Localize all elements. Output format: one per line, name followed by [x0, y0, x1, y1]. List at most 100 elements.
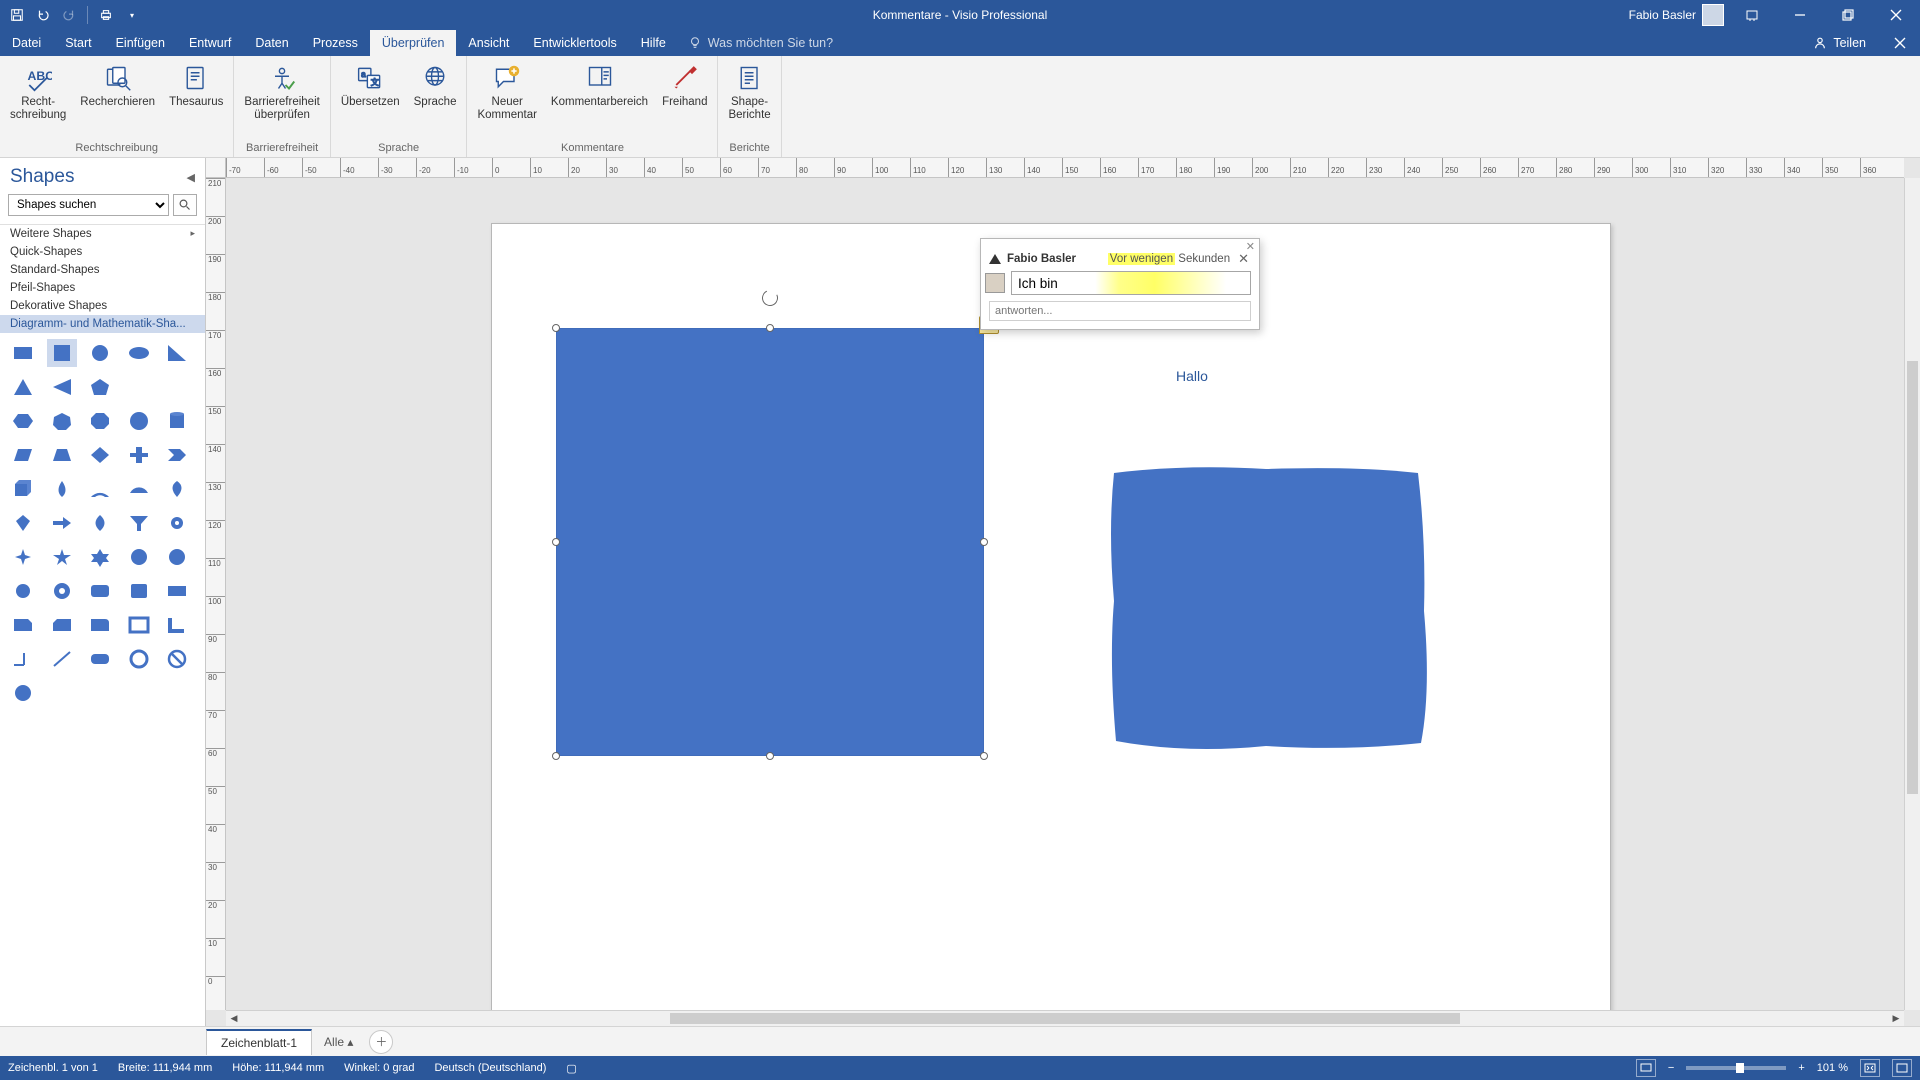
drawing-viewport[interactable]: Hallo ✕ Fabio Basler Vor wenigen Sekunde… — [226, 178, 1904, 1010]
shape-square[interactable] — [47, 339, 77, 367]
redo-button[interactable] — [58, 4, 80, 26]
shape-blank4[interactable] — [162, 679, 192, 707]
tab-file[interactable]: Datei — [0, 30, 53, 56]
shape-gear[interactable] — [162, 509, 192, 537]
shape-funnel[interactable] — [124, 509, 154, 537]
shape-trapezoid[interactable] — [47, 441, 77, 469]
spellcheck-button[interactable]: ABCRecht- schreibung — [4, 58, 72, 124]
resize-handle-bl[interactable] — [552, 752, 560, 760]
shapes-search-button[interactable] — [173, 194, 197, 216]
shape-octagon[interactable] — [85, 407, 115, 435]
status-language[interactable]: Deutsch (Deutschland) — [434, 1062, 546, 1074]
shape-empty2[interactable] — [162, 373, 192, 401]
hscroll-thumb[interactable] — [670, 1013, 1460, 1024]
shape-lens[interactable] — [85, 509, 115, 537]
tab-start[interactable]: Start — [53, 30, 103, 56]
fit-page-button[interactable] — [1860, 1059, 1880, 1077]
zoom-slider[interactable] — [1686, 1066, 1786, 1070]
shape-chord[interactable] — [124, 475, 154, 503]
comment-reply-input[interactable] — [989, 301, 1251, 321]
thesaurus-button[interactable]: Thesaurus — [163, 58, 229, 111]
signed-in-user[interactable]: Fabio Basler — [1629, 4, 1724, 26]
shape-line-h[interactable] — [8, 645, 38, 673]
resize-handle-bm[interactable] — [766, 752, 774, 760]
tab-data[interactable]: Daten — [243, 30, 300, 56]
stencil-standard-shapes[interactable]: Standard-Shapes — [0, 261, 205, 279]
stencil-diagram-math-shapes[interactable]: Diagramm- und Mathematik-Sha... — [0, 315, 205, 333]
translate-button[interactable]: a文Übersetzen — [335, 58, 406, 111]
shape-triangle-left[interactable] — [47, 373, 77, 401]
shape-teardrop2[interactable] — [162, 475, 192, 503]
shape-blank2[interactable] — [85, 679, 115, 707]
comment-popup-dismiss[interactable]: ✕ — [1246, 240, 1255, 253]
shape-star4[interactable] — [8, 543, 38, 571]
comment-close-button[interactable]: ✕ — [1236, 251, 1251, 267]
shape-round-small[interactable] — [8, 577, 38, 605]
shape-parallelogram[interactable] — [8, 441, 38, 469]
zoom-level[interactable]: 101 % — [1817, 1062, 1848, 1074]
shape-star6[interactable] — [85, 543, 115, 571]
shape-diamond[interactable] — [85, 441, 115, 469]
shape-cube[interactable] — [8, 475, 38, 503]
shape-frame[interactable] — [124, 611, 154, 639]
shape-line-d[interactable] — [47, 645, 77, 673]
resize-handle-br[interactable] — [980, 752, 988, 760]
add-page-button[interactable]: ＋ — [369, 1030, 393, 1054]
print-button[interactable] — [95, 4, 117, 26]
pan-zoom-button[interactable] — [1892, 1059, 1912, 1077]
stencil-more-shapes[interactable]: Weitere Shapes — [0, 225, 205, 243]
shape-heptagon[interactable] — [47, 407, 77, 435]
shape-round1[interactable] — [85, 611, 115, 639]
comments-pane-button[interactable]: Kommentarbereich — [545, 58, 654, 111]
shape-reports-button[interactable]: Shape- Berichte — [722, 58, 776, 124]
shape-can[interactable] — [162, 407, 192, 435]
resize-handle-ml[interactable] — [552, 538, 560, 546]
zoom-in-button[interactable]: + — [1798, 1062, 1804, 1074]
collapse-ribbon-button[interactable] — [1880, 30, 1920, 56]
minimize-button[interactable] — [1780, 1, 1820, 29]
tab-review[interactable]: Überprüfen — [370, 30, 457, 56]
language-button[interactable]: Sprache — [408, 58, 463, 111]
selected-shape-square[interactable] — [556, 328, 984, 756]
shape-blank1[interactable] — [47, 679, 77, 707]
shape-arrow3d[interactable] — [47, 509, 77, 537]
shape-triangle[interactable] — [8, 373, 38, 401]
shape-right-triangle[interactable] — [162, 339, 192, 367]
text-hallo[interactable]: Hallo — [1176, 368, 1208, 384]
shape-star7[interactable] — [124, 543, 154, 571]
shape-cross[interactable] — [124, 441, 154, 469]
comment-text-input[interactable] — [1011, 271, 1251, 295]
maximize-button[interactable] — [1828, 1, 1868, 29]
shape-kite[interactable] — [8, 509, 38, 537]
shape-rect2[interactable] — [162, 577, 192, 605]
shape-empty[interactable] — [124, 373, 154, 401]
stencil-arrow-shapes[interactable]: Pfeil-Shapes — [0, 279, 205, 297]
shape-ring[interactable] — [124, 645, 154, 673]
qat-customize-icon[interactable]: ▾ — [121, 4, 143, 26]
presentation-mode-button[interactable] — [1636, 1059, 1656, 1077]
shape-arc[interactable] — [85, 475, 115, 503]
shape-burst[interactable] — [162, 543, 192, 571]
tab-process[interactable]: Prozess — [301, 30, 370, 56]
tab-developer[interactable]: Entwicklertools — [521, 30, 628, 56]
resize-handle-mr[interactable] — [980, 538, 988, 546]
zoom-out-button[interactable]: − — [1668, 1062, 1674, 1074]
vscroll-thumb[interactable] — [1907, 361, 1918, 794]
stencil-quick-shapes[interactable]: Quick-Shapes — [0, 243, 205, 261]
undo-button[interactable] — [32, 4, 54, 26]
shape-snip1[interactable] — [8, 611, 38, 639]
shape-no[interactable] — [162, 645, 192, 673]
new-comment-button[interactable]: Neuer Kommentar — [471, 58, 542, 124]
shape-hexagon[interactable] — [8, 407, 38, 435]
share-button[interactable]: Teilen — [1799, 30, 1880, 56]
hscroll-right-button[interactable]: ▶ — [1888, 1011, 1904, 1027]
freehand-shape[interactable] — [1106, 461, 1431, 754]
shape-blank3[interactable] — [124, 679, 154, 707]
macro-recording-icon[interactable]: ▢ — [566, 1062, 576, 1075]
tab-design[interactable]: Entwurf — [177, 30, 243, 56]
shape-circle-sm[interactable] — [8, 679, 38, 707]
horizontal-scrollbar[interactable]: ◀ ▶ — [226, 1010, 1904, 1026]
shape-snip2[interactable] — [47, 611, 77, 639]
shape-roundrect2[interactable] — [85, 645, 115, 673]
sheet-all-button[interactable]: Alle ▴ — [314, 1031, 363, 1053]
